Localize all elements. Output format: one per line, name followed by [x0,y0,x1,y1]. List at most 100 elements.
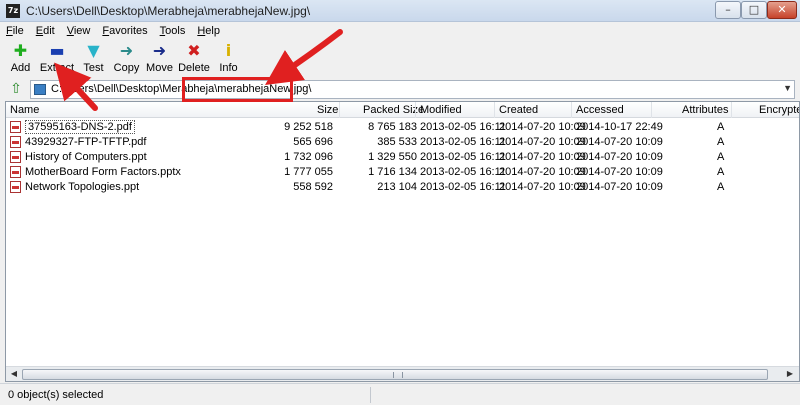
table-row[interactable]: Network Topologies.ppt 558 592 213 104 2… [6,180,799,195]
close-button[interactable]: ✕ [767,1,797,19]
menu-tools[interactable]: Tools [160,23,186,39]
ppt-file-icon [10,151,21,163]
up-folder-icon[interactable]: ⇧ [8,81,24,97]
scrollbar-thumb[interactable] [22,369,768,380]
file-attributes: A [717,121,725,133]
extract-label: Extract [39,62,75,74]
scroll-right-icon[interactable]: ▶ [783,368,797,380]
file-size: 558 592 [293,181,333,193]
file-modified: 2013-02-05 16:11 [420,151,507,163]
table-row[interactable]: 37595163-DNS-2.pdf 9 252 518 8 765 183 2… [6,120,799,135]
folder-path-icon [34,84,46,95]
file-size: 1 777 055 [284,166,333,178]
file-accessed: 2014-10-17 22:49 [576,121,663,133]
maximize-button[interactable]: □ [741,1,767,19]
window-title: C:\Users\Dell\Desktop\Merabheja\merabhej… [26,4,311,18]
move-button[interactable]: ➜ Move [143,40,176,78]
status-bar: 0 object(s) selected [0,383,800,405]
extract-button[interactable]: ▬ Extract [37,40,77,78]
file-attributes: A [717,181,725,193]
column-created[interactable]: Created [499,104,538,116]
info-icon: i [225,41,232,60]
app-logo-icon: 7z [6,4,20,18]
file-modified: 2013-02-05 16:11 [420,166,507,178]
file-list[interactable]: Name Size Packed Size Modified Created A… [5,101,800,382]
minimize-button[interactable]: – [715,1,741,19]
minus-icon: ▬ [49,41,65,60]
file-name: History of Computers.ppt [25,151,147,163]
column-header-row: Name Size Packed Size Modified Created A… [6,102,799,118]
ppt-file-icon [10,166,21,178]
file-name: Network Topologies.ppt [25,181,140,193]
file-name: 37595163-DNS-2.pdf [25,120,135,134]
move-label: Move [146,62,173,74]
annotation-highlight-box [182,77,293,102]
column-divider[interactable] [415,102,416,118]
file-name: 43929327-FTP-TFTP.pdf [25,136,147,148]
title-bar[interactable]: 7z C:\Users\Dell\Desktop\Merabheja\merab… [0,0,800,22]
status-divider [370,387,371,403]
file-size: 565 696 [293,136,333,148]
ppt-file-icon [10,181,21,193]
file-modified: 2013-02-05 16:11 [420,181,507,193]
column-divider[interactable] [651,102,652,118]
scroll-left-icon[interactable]: ◀ [7,368,21,380]
test-button[interactable]: ▼ Test [77,40,110,78]
chevron-down-icon[interactable]: ▼ [783,83,792,93]
file-created: 2014-07-20 10:09 [499,181,586,193]
info-label: Info [219,62,238,74]
delete-button[interactable]: ✖ Delete [176,40,212,78]
table-row[interactable]: MotherBoard Form Factors.pptx 1 777 055 … [6,165,799,180]
address-bar: ⇧ C:\Users\Dell\Desktop\Merabheja\merabh… [0,78,800,100]
menu-help[interactable]: Help [197,23,220,39]
delete-label: Delete [178,62,210,74]
copy-label: Copy [113,62,140,74]
pdf-file-icon [10,121,21,133]
table-row[interactable]: History of Computers.ppt 1 732 096 1 329… [6,150,799,165]
scrollbar-grip [393,372,403,378]
column-modified[interactable]: Modified [420,104,462,116]
column-name[interactable]: Name [10,104,39,116]
file-packed-size: 213 104 [377,181,417,193]
file-attributes: A [717,151,725,163]
add-label: Add [10,62,31,74]
menu-view[interactable]: View [67,23,91,39]
copy-button[interactable]: ➜ Copy [110,40,143,78]
horizontal-scrollbar[interactable]: ◀ ▶ [6,366,799,381]
file-modified: 2013-02-05 16:11 [420,136,507,148]
file-accessed: 2014-07-20 10:09 [576,181,663,193]
address-input[interactable]: C:\Users\Dell\Desktop\Merabheja\merabhej… [30,80,795,99]
column-attributes[interactable]: Attributes [682,104,728,116]
menu-favorites[interactable]: Favorites [102,23,147,39]
table-row[interactable]: 43929327-FTP-TFTP.pdf 565 696 385 533 20… [6,135,799,150]
add-button[interactable]: ✚ Add [4,40,37,78]
column-divider[interactable] [494,102,495,118]
file-accessed: 2014-07-20 10:09 [576,136,663,148]
status-selection-text: 0 object(s) selected [8,389,104,401]
file-attributes: A [717,136,725,148]
file-accessed: 2014-07-20 10:09 [576,151,663,163]
archive-window: 7z C:\Users\Dell\Desktop\Merabheja\merab… [0,0,800,405]
file-modified: 2013-02-05 16:11 [420,121,507,133]
file-packed-size: 1 716 134 [368,166,417,178]
column-size[interactable]: Size [317,104,338,116]
check-arrow-icon: ▼ [87,41,100,60]
plus-icon: ✚ [13,41,28,60]
delete-x-icon: ✖ [187,41,201,60]
file-created: 2014-07-20 10:09 [499,121,586,133]
pdf-file-icon [10,136,21,148]
file-size: 1 732 096 [284,151,333,163]
column-accessed[interactable]: Accessed [576,104,624,116]
file-packed-size: 8 765 183 [368,121,417,133]
menu-file[interactable]: File [6,23,24,39]
menu-edit[interactable]: Edit [36,23,55,39]
column-encrypted[interactable]: Encrypte [759,104,799,116]
column-divider[interactable] [571,102,572,118]
info-button[interactable]: i Info [212,40,245,78]
file-packed-size: 385 533 [377,136,417,148]
file-created: 2014-07-20 10:09 [499,166,586,178]
column-divider[interactable] [339,102,340,118]
column-divider[interactable] [731,102,732,118]
menu-bar: File Edit View Favorites Tools Help [0,23,800,39]
copy-arrow-icon: ➜ [119,41,134,60]
